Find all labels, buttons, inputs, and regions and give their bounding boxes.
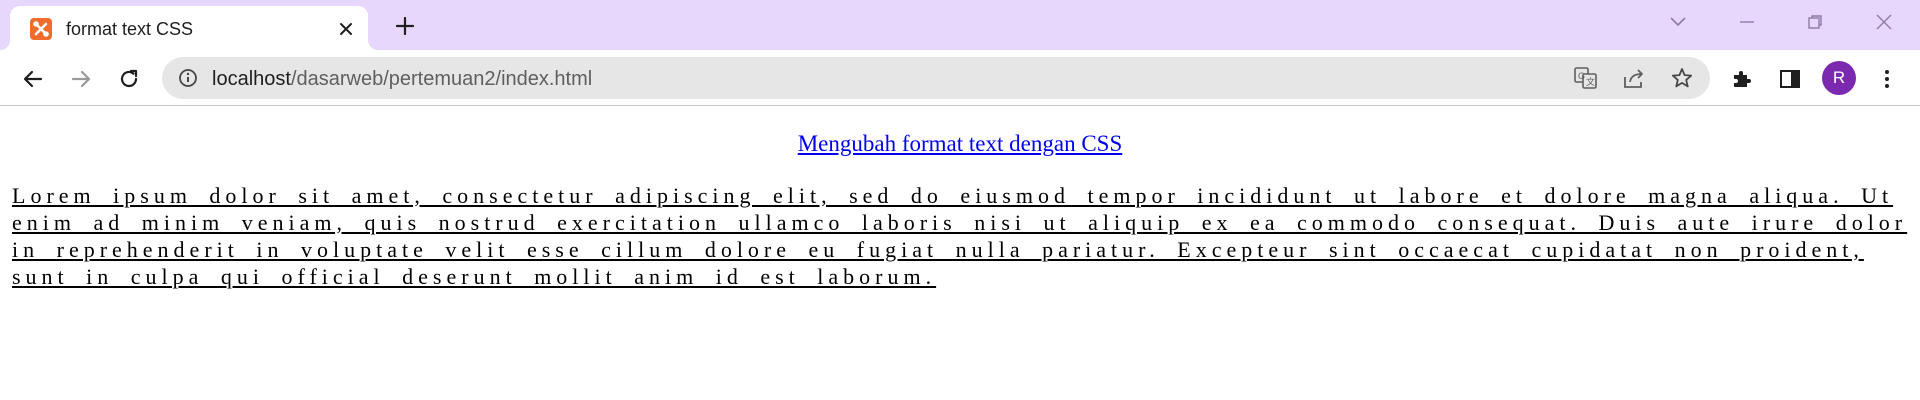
arrow-left-icon: [23, 70, 43, 88]
side-panel-button[interactable]: [1773, 62, 1807, 96]
page-content: Mengubah format text dengan CSS Lorem ip…: [0, 107, 1920, 400]
share-icon[interactable]: [1622, 67, 1646, 94]
restore-icon: [1808, 15, 1822, 29]
profile-avatar[interactable]: R: [1822, 61, 1856, 95]
address-bar[interactable]: localhost/dasarweb/pertemuan2/index.html…: [162, 57, 1710, 99]
tab-search-button[interactable]: [1660, 8, 1696, 36]
arrow-right-icon: [71, 70, 91, 88]
lorem-paragraph: Lorem ipsum dolor sit amet, consectetur …: [12, 183, 1908, 289]
page-heading-link[interactable]: Mengubah format text dengan CSS: [0, 131, 1920, 157]
kebab-menu-icon: [1885, 70, 1889, 88]
reload-button[interactable]: [112, 62, 146, 96]
extensions-button[interactable]: [1725, 62, 1759, 96]
translate-icon[interactable]: G文: [1574, 67, 1598, 94]
close-tab-icon[interactable]: [332, 15, 360, 43]
back-button[interactable]: [16, 62, 50, 96]
browser-menu-button[interactable]: [1870, 62, 1904, 96]
restore-button[interactable]: [1797, 8, 1833, 36]
svg-text:文: 文: [1586, 76, 1595, 87]
forward-button[interactable]: [64, 62, 98, 96]
browser-toolbar: localhost/dasarweb/pertemuan2/index.html…: [0, 50, 1920, 106]
close-icon: [1876, 14, 1892, 30]
puzzle-icon: [1734, 71, 1751, 87]
browser-tab[interactable]: format text CSS: [10, 6, 368, 50]
url-text[interactable]: localhost/dasarweb/pertemuan2/index.html: [212, 68, 592, 91]
url-path: /dasarweb/pertemuan2/index.html: [290, 68, 593, 90]
url-host: localhost: [212, 68, 291, 90]
minimize-button[interactable]: [1729, 8, 1765, 36]
svg-text:G: G: [1578, 71, 1585, 81]
side-panel-icon: [1780, 70, 1800, 88]
minimize-icon: [1740, 21, 1754, 23]
tab-strip: format text CSS: [0, 0, 1920, 50]
xampp-icon: [30, 18, 52, 40]
info-icon[interactable]: [178, 68, 198, 93]
chevron-down-icon: [1670, 17, 1686, 27]
plus-icon: [395, 16, 415, 36]
star-icon[interactable]: [1671, 67, 1693, 94]
close-window-button[interactable]: [1866, 8, 1902, 36]
reload-icon: [120, 69, 138, 88]
tab-title: format text CSS: [66, 19, 194, 39]
new-tab-button[interactable]: [390, 11, 420, 41]
